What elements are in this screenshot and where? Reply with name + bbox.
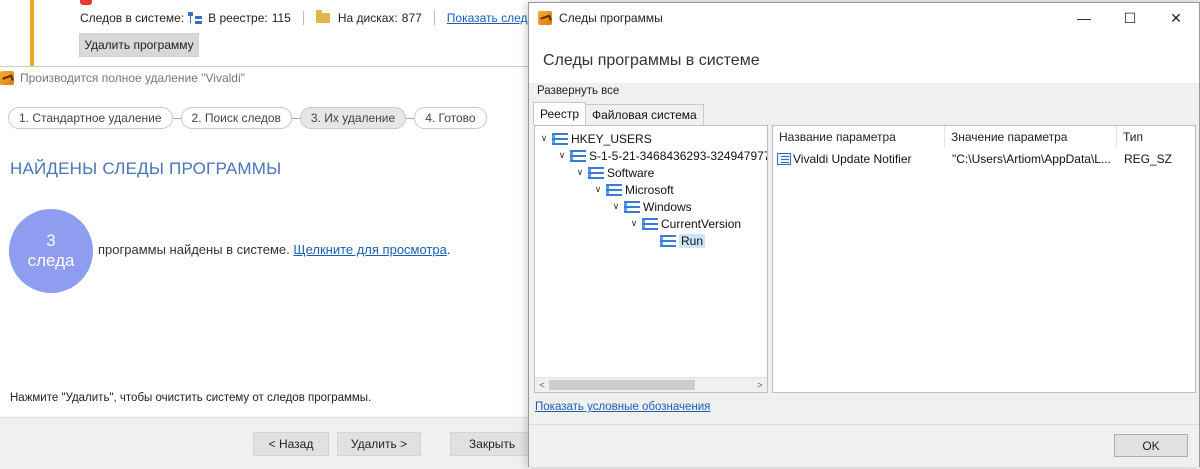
maximize-icon[interactable]: ☐ bbox=[1107, 3, 1153, 33]
folder-icon bbox=[315, 10, 330, 23]
tree-node-label: Microsoft bbox=[625, 182, 674, 197]
tree-node[interactable]: ∨ Windows bbox=[611, 198, 692, 215]
registry-key-icon bbox=[660, 234, 676, 247]
chevron-down-icon[interactable]: ∨ bbox=[557, 150, 567, 161]
minimize-icon[interactable]: — bbox=[1061, 3, 1107, 33]
scroll-left-icon[interactable]: < bbox=[535, 378, 549, 392]
tree-horizontal-scrollbar[interactable]: < > bbox=[535, 377, 767, 392]
table-row-name[interactable]: Vivaldi Update Notifier bbox=[777, 150, 945, 168]
app-logo-fragment bbox=[80, 0, 92, 5]
wizard-steps: 1. Стандартное удаление 2. Поиск следов … bbox=[8, 107, 487, 129]
show-legend-link[interactable]: Показать условные обозначения bbox=[535, 401, 710, 413]
view-traces-link[interactable]: Щелкните для просмотра bbox=[293, 242, 446, 257]
traces-count-badge[interactable]: 3 следа bbox=[9, 209, 93, 293]
traces-footer: OK bbox=[529, 424, 1199, 467]
step-done: 4. Готово bbox=[414, 107, 487, 129]
hint-text: Нажмите "Удалить", чтобы очистить систем… bbox=[10, 392, 372, 404]
scroll-right-icon[interactable]: > bbox=[753, 378, 767, 392]
registry-key-icon bbox=[624, 200, 640, 213]
traces-word: следа bbox=[27, 251, 75, 270]
registry-count: 115 bbox=[271, 11, 291, 25]
registry-key-icon bbox=[570, 149, 586, 162]
divider bbox=[302, 11, 304, 25]
scrollbar-thumb[interactable] bbox=[549, 380, 695, 390]
traces-heading: Следы программы в системе bbox=[543, 52, 760, 69]
chevron-down-icon[interactable]: ∨ bbox=[575, 167, 585, 178]
tree-node[interactable]: ∨ CurrentVersion bbox=[629, 215, 741, 232]
column-header-value[interactable]: Значение параметра bbox=[945, 126, 1117, 148]
traces-window: Следы программы — ☐ ✕ Следы программы в … bbox=[528, 2, 1200, 467]
show-traces-link[interactable]: Показать следы bbox=[447, 11, 536, 25]
chevron-down-icon[interactable]: ∨ bbox=[611, 201, 621, 212]
tree-node-selected[interactable]: Run bbox=[660, 232, 706, 249]
traces-count: 3 bbox=[46, 231, 56, 250]
tab-registry[interactable]: Реестр bbox=[533, 102, 586, 125]
tree-node-label: HKEY_USERS bbox=[571, 131, 652, 146]
page-title: НАЙДЕНЫ СЛЕДЫ ПРОГРАММЫ bbox=[10, 159, 282, 178]
registry-key-icon bbox=[552, 132, 568, 145]
traces-summary: Следов в системе: В реестре: 115 На диск… bbox=[80, 10, 536, 25]
expand-all-button[interactable]: Развернуть все bbox=[537, 85, 619, 97]
step-search-traces: 2. Поиск следов bbox=[180, 107, 292, 129]
chevron-down-icon[interactable]: ∨ bbox=[539, 133, 549, 144]
background-app-panel: Следов в системе: В реестре: 115 На диск… bbox=[0, 0, 560, 66]
table-row-value: "C:\Users\Artiom\AppData\L... bbox=[952, 152, 1111, 166]
traces-label: Следов в системе: bbox=[80, 11, 185, 25]
chevron-down-icon[interactable]: ∨ bbox=[593, 184, 603, 195]
found-suffix: . bbox=[446, 242, 451, 257]
app-icon bbox=[0, 71, 14, 85]
registry-icon bbox=[188, 12, 203, 24]
found-message: программы найдены в системе. Щелкните дл… bbox=[98, 242, 450, 257]
tree-node-label: Software bbox=[607, 165, 655, 180]
value-name: Vivaldi Update Notifier bbox=[793, 152, 912, 166]
step-standard-uninstall: 1. Стандартное удаление bbox=[8, 107, 173, 129]
app-icon bbox=[538, 11, 552, 25]
tree-node-label: Windows bbox=[643, 199, 692, 214]
step-connector bbox=[406, 117, 415, 119]
chevron-down-icon[interactable]: ∨ bbox=[629, 218, 639, 229]
window-title: Следы программы bbox=[559, 11, 663, 25]
registry-value-icon bbox=[777, 153, 791, 165]
ok-button[interactable]: OK bbox=[1114, 434, 1188, 457]
registry-key-icon bbox=[588, 166, 604, 179]
traces-tabs: Реестр Файловая система bbox=[533, 102, 704, 125]
disk-label: На дисках: bbox=[337, 11, 398, 25]
found-text: программы найдены в системе. bbox=[98, 242, 290, 257]
tree-node[interactable]: ∨ Software bbox=[575, 164, 655, 181]
column-header-name[interactable]: Название параметра bbox=[773, 126, 945, 148]
disk-count: 877 bbox=[401, 11, 422, 25]
delete-button[interactable]: Удалить > bbox=[337, 432, 421, 456]
column-header-type[interactable]: Тип bbox=[1117, 126, 1195, 148]
values-list[interactable]: Название параметра Значение параметра Ти… bbox=[772, 125, 1196, 393]
tree-node[interactable]: ∨ Microsoft bbox=[593, 181, 674, 198]
step-remove-traces: 3. Их удаление bbox=[299, 107, 407, 129]
registry-key-icon bbox=[606, 183, 622, 196]
close-icon[interactable]: ✕ bbox=[1153, 3, 1199, 33]
close-button[interactable]: Закрыть bbox=[450, 432, 534, 456]
tree-node[interactable]: ∨ HKEY_USERS bbox=[539, 130, 652, 147]
back-button[interactable]: < Назад bbox=[253, 432, 329, 456]
uninstall-wizard: Производится полное удаление "Vivaldi" 1… bbox=[0, 66, 560, 469]
tree-node-label: S-1-5-21-3468436293-324947977-14 bbox=[589, 148, 768, 163]
traces-heading-panel: Следы программы в системе bbox=[529, 33, 1199, 83]
tree-node[interactable]: ∨ S-1-5-21-3468436293-324947977-14 bbox=[557, 147, 768, 164]
tab-file-system[interactable]: Файловая система bbox=[585, 104, 704, 125]
divider bbox=[433, 11, 435, 25]
traces-titlebar: Следы программы — ☐ ✕ bbox=[529, 3, 1199, 33]
registry-label: В реестре: bbox=[208, 11, 268, 25]
step-connector bbox=[172, 117, 181, 119]
tree-node-label: CurrentVersion bbox=[661, 216, 742, 231]
tree-node-label: Run bbox=[679, 233, 706, 248]
wizard-title: Производится полное удаление "Vivaldi" bbox=[20, 71, 245, 85]
step-connector bbox=[291, 117, 300, 119]
registry-key-icon bbox=[642, 217, 658, 230]
uninstall-program-button[interactable]: Удалить программу bbox=[79, 33, 199, 57]
wizard-titlebar: Производится полное удаление "Vivaldi" bbox=[0, 67, 560, 89]
table-row-type: REG_SZ bbox=[1124, 152, 1173, 166]
registry-tree[interactable]: ∨ HKEY_USERS ∨ S-1-5-21-3468436293-32494… bbox=[534, 125, 768, 393]
accent-stripe bbox=[30, 0, 34, 66]
wizard-footer: < Назад Удалить > Закрыть bbox=[0, 417, 560, 469]
